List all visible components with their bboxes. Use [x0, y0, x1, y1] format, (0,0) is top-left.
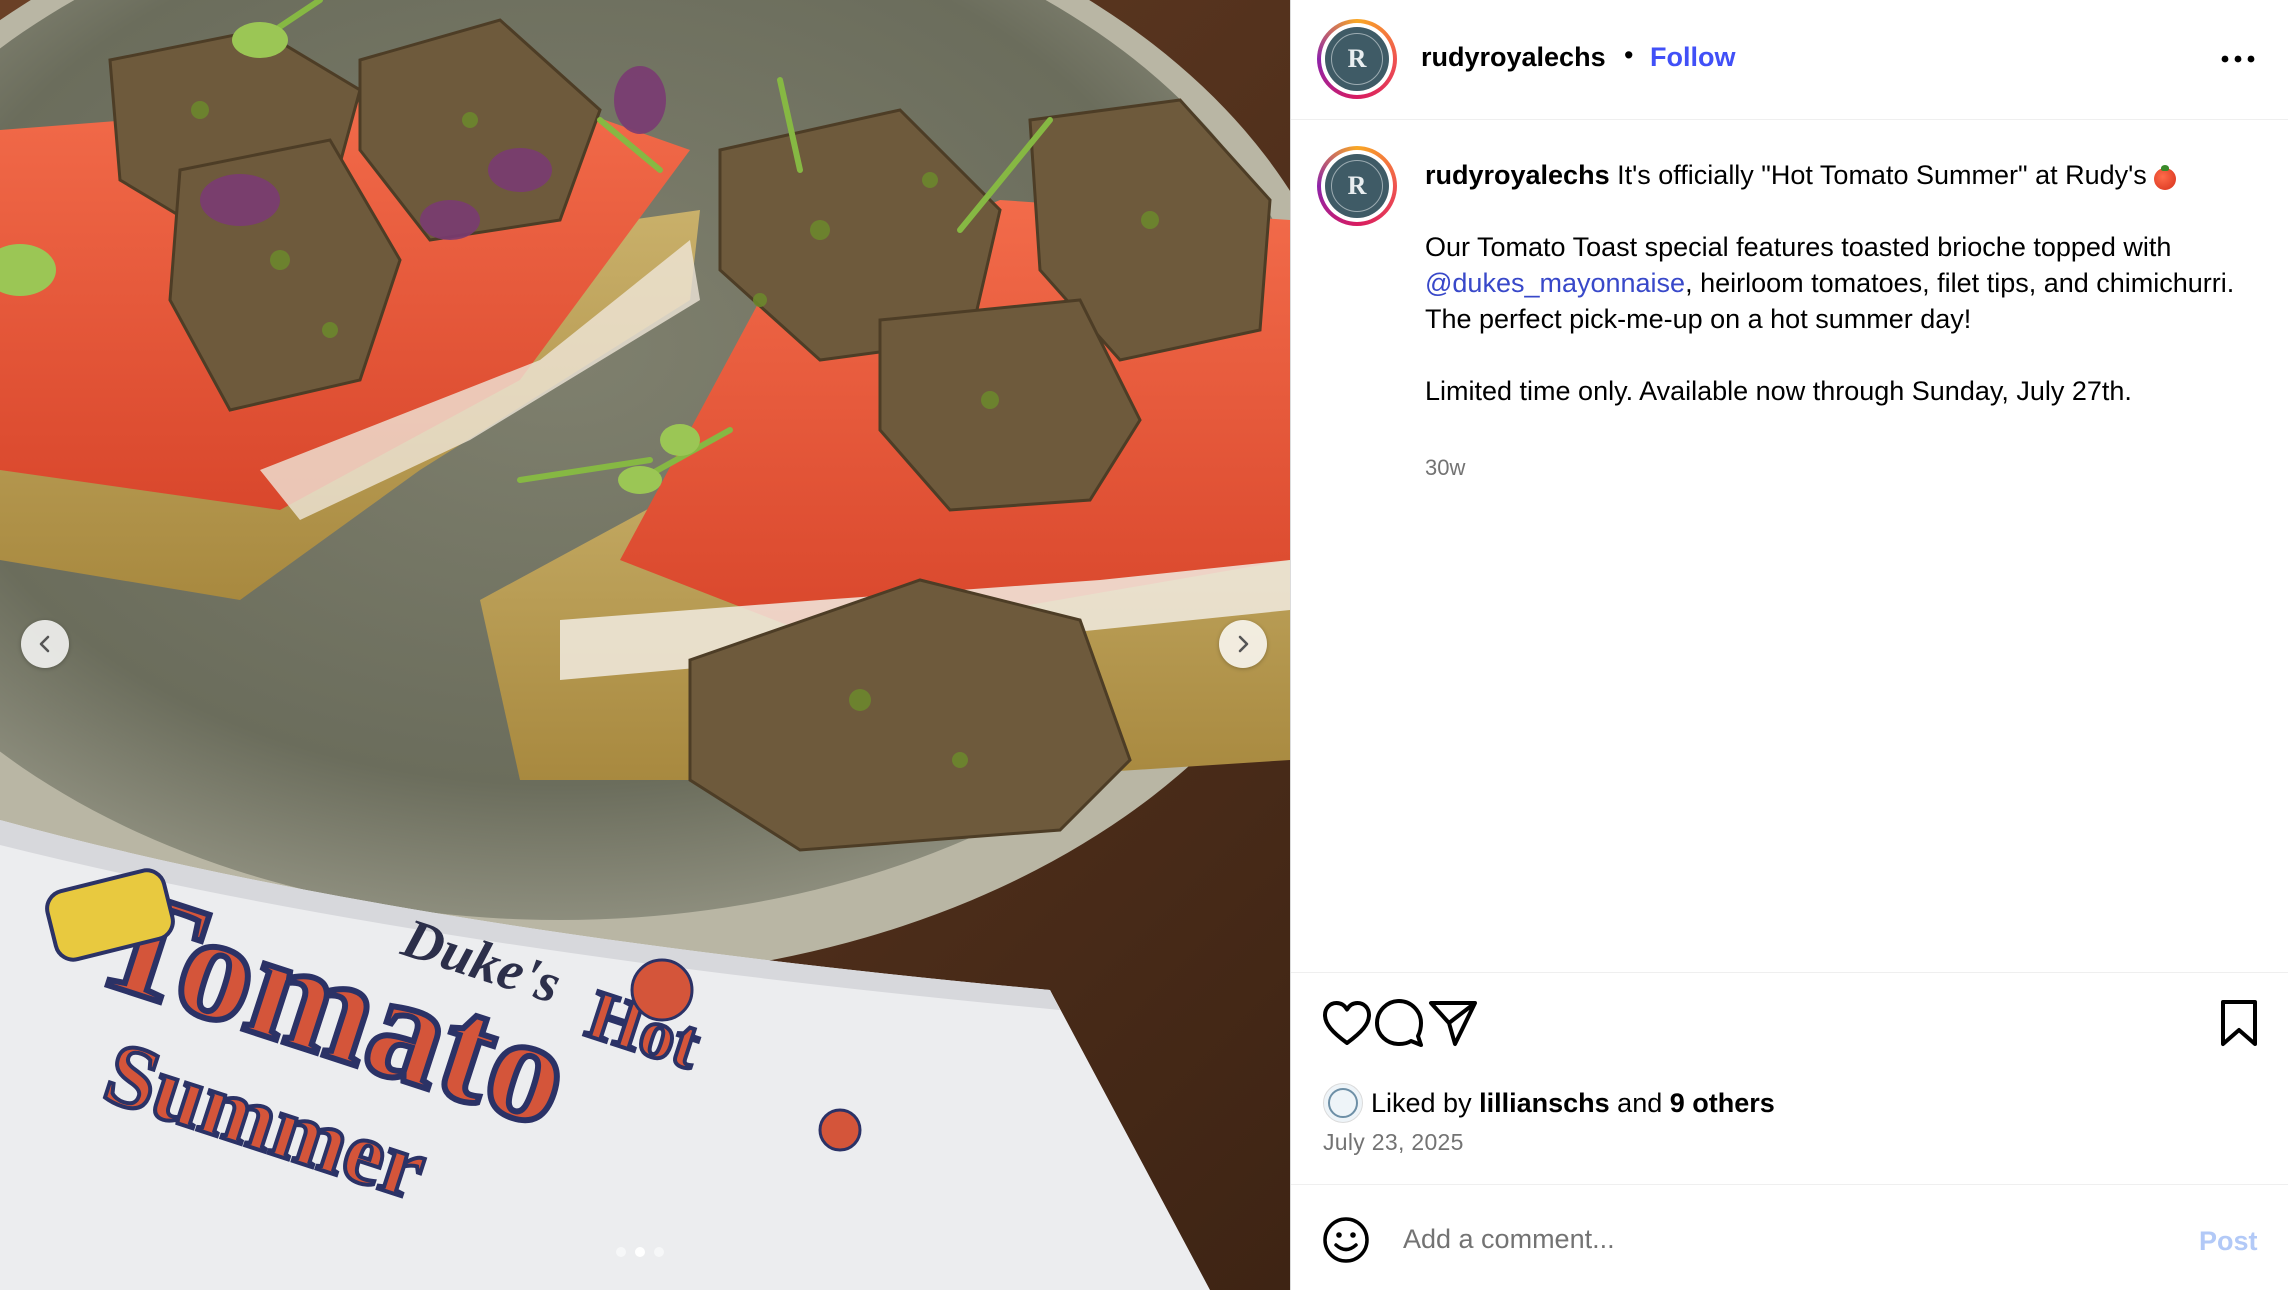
caption-paragraph-1: Our Tomato Toast special features toaste…	[1425, 232, 2235, 334]
liker-avatar[interactable]	[1323, 1083, 1363, 1123]
post-caption: R rudyroyalechs It's officially "Hot Tom…	[1291, 120, 2288, 972]
save-button[interactable]	[2211, 995, 2267, 1051]
carousel-dot	[654, 1247, 664, 1257]
caption-username[interactable]: rudyroyalechs	[1425, 160, 1610, 190]
caption-text: rudyroyalechs It's officially "Hot Tomat…	[1425, 157, 2245, 409]
carousel-dot-active	[635, 1247, 645, 1257]
post-panel: R rudyroyalechs • Follow R rudyroyalechs…	[1290, 0, 2288, 1290]
comment-bar: Post	[1291, 1184, 2288, 1290]
carousel-next-button[interactable]	[1219, 620, 1267, 668]
chevron-left-icon	[39, 635, 50, 653]
caption-avatar[interactable]: R	[1317, 146, 1397, 226]
post-actions: Liked by lillianschs and 9 others July 2…	[1291, 972, 2288, 1184]
carousel-indicator	[616, 1247, 664, 1257]
caption-paragraph-2: Limited time only. Available now through…	[1425, 376, 2132, 406]
others-link[interactable]: 9 others	[1670, 1088, 1775, 1119]
author-username[interactable]: rudyroyalechs	[1421, 42, 1606, 73]
tomato-emoji-icon	[2154, 165, 2177, 190]
share-icon	[1429, 1001, 1477, 1046]
emoji-icon	[1323, 1217, 1369, 1263]
post-header: R rudyroyalechs • Follow	[1291, 0, 2288, 120]
post-comment-button[interactable]: Post	[2199, 1226, 2258, 1257]
comment-input[interactable]	[1403, 1217, 2103, 1261]
caption-intro: It's officially "Hot Tomato Summer" at R…	[1617, 160, 2147, 190]
mention-link[interactable]: @dukes_mayonnaise	[1425, 268, 1685, 298]
likes-summary: Liked by lillianschs and 9 others	[1323, 1083, 1775, 1123]
follow-button[interactable]: Follow	[1650, 42, 1735, 73]
share-button[interactable]	[1425, 995, 1481, 1051]
chevron-right-icon	[1238, 635, 1249, 653]
post-media[interactable]: Duke's Tomato Summer Hot	[0, 0, 1290, 1290]
heart-icon	[1323, 1001, 1371, 1045]
caption-timestamp[interactable]: 30w	[1425, 455, 1465, 481]
emoji-button[interactable]	[1321, 1215, 1371, 1265]
post-photo: Duke's Tomato Summer Hot	[0, 0, 1290, 1290]
header-separator: •	[1624, 40, 1634, 70]
carousel-prev-button[interactable]	[21, 620, 69, 668]
more-options-button[interactable]	[2216, 42, 2260, 76]
liker-username[interactable]: lillianschs	[1479, 1088, 1610, 1119]
comment-icon	[1375, 999, 1423, 1047]
like-button[interactable]	[1319, 995, 1375, 1051]
author-avatar[interactable]: R	[1317, 19, 1397, 99]
carousel-dot	[616, 1247, 626, 1257]
post-date[interactable]: July 23, 2025	[1323, 1129, 1464, 1156]
comment-button[interactable]	[1371, 995, 1427, 1051]
more-horizontal-icon	[2221, 55, 2255, 63]
bookmark-icon	[2221, 1000, 2257, 1046]
